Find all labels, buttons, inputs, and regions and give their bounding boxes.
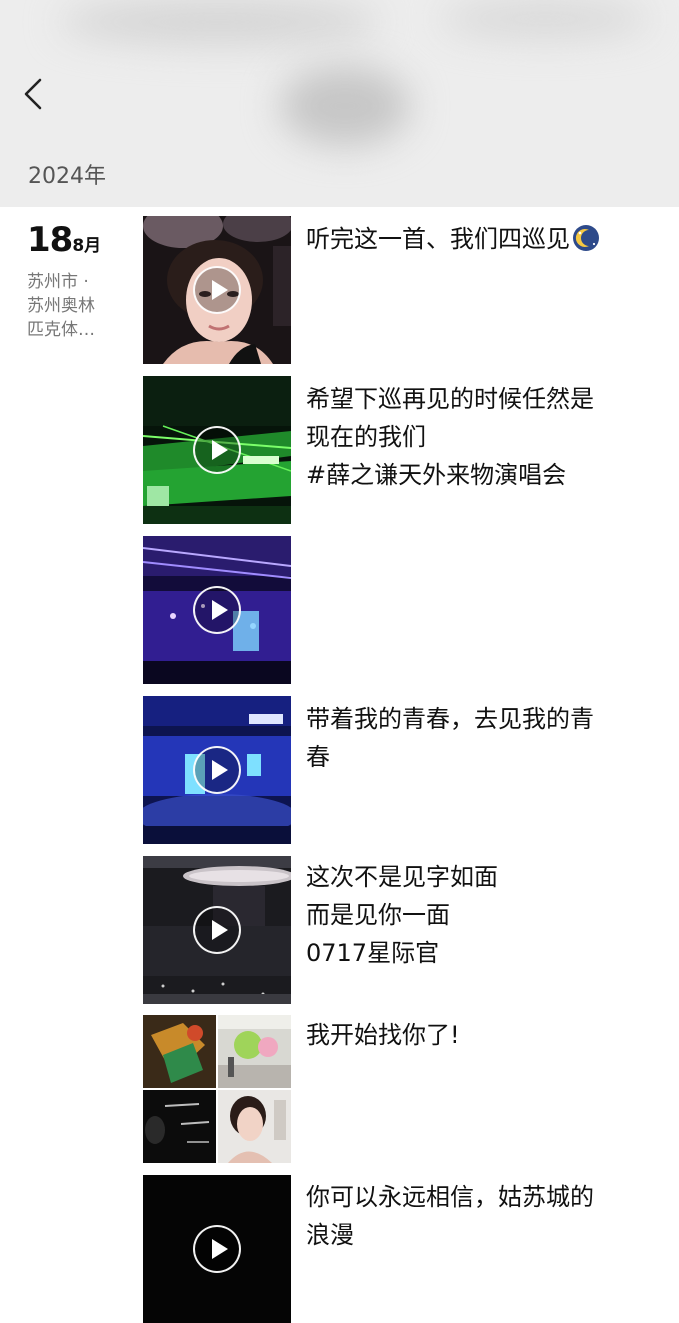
post-caption: 我开始找你了! <box>306 1016 666 1054</box>
caption-line: 你可以永远相信，姑苏城的 <box>306 1183 594 1211</box>
post-caption: 你可以永远相信，姑苏城的 浪漫 <box>306 1178 666 1254</box>
post-caption: 带着我的青春，去见我的青 春 <box>306 700 666 776</box>
moon-emoji-icon <box>573 225 599 251</box>
video-thumbnail[interactable] <box>143 1175 291 1323</box>
month-label: 8月 <box>72 236 102 256</box>
location-label[interactable]: 苏州市 · 苏州奥林 匹克体… <box>27 270 127 342</box>
moment-post[interactable] <box>143 216 291 364</box>
caption-line: #薛之谦天外来物演唱会 <box>306 461 567 489</box>
play-icon <box>193 1225 241 1273</box>
moment-post[interactable] <box>143 536 291 684</box>
date-block: 188月 苏州市 · 苏州奥林 匹克体… <box>27 220 127 342</box>
photo-thumbnail[interactable] <box>218 1015 291 1088</box>
video-thumbnail[interactable] <box>143 536 291 684</box>
location-line: 苏州市 · <box>27 272 89 292</box>
back-button[interactable] <box>14 72 58 116</box>
caption-line: 我开始找你了! <box>306 1021 460 1049</box>
caption-line: 浪漫 <box>306 1221 354 1249</box>
video-thumbnail[interactable] <box>143 376 291 524</box>
post-caption: 这次不是见字如面 而是见你一面 0717星际官 <box>306 858 666 972</box>
moment-post[interactable] <box>143 696 291 844</box>
caption-line: 听完这一首、我们四巡见 <box>306 225 570 253</box>
year-label: 2024年 <box>28 164 106 189</box>
caption-line: 这次不是见字如面 <box>306 863 498 891</box>
blurred-status-bar-right <box>440 0 650 38</box>
location-line: 苏州奥林 <box>27 296 95 316</box>
play-icon <box>193 746 241 794</box>
video-thumbnail[interactable] <box>143 856 291 1004</box>
moment-post[interactable] <box>143 376 291 524</box>
play-icon <box>193 586 241 634</box>
video-thumbnail[interactable] <box>143 216 291 364</box>
caption-line: 0717星际官 <box>306 939 440 967</box>
play-icon <box>193 266 241 314</box>
location-line: 匹克体… <box>27 320 95 340</box>
moment-post[interactable] <box>143 1015 291 1163</box>
blurred-status-bar <box>60 0 380 44</box>
post-caption: 希望下巡再见的时候任然是 现在的我们 #薛之谦天外来物演唱会 <box>306 380 666 494</box>
play-icon <box>193 426 241 474</box>
chevron-left-icon <box>24 78 42 110</box>
photo-grid <box>143 1015 291 1163</box>
photo-thumbnail[interactable] <box>143 1090 216 1163</box>
caption-line: 带着我的青春，去见我的青 <box>306 705 594 733</box>
moment-post[interactable] <box>143 1175 291 1323</box>
caption-line: 而是见你一面 <box>306 901 450 929</box>
caption-line: 希望下巡再见的时候任然是 <box>306 385 594 413</box>
photo-thumbnail[interactable] <box>218 1090 291 1163</box>
caption-line: 现在的我们 <box>306 423 426 451</box>
caption-line: 春 <box>306 743 330 771</box>
post-caption: 听完这一首、我们四巡见 <box>306 220 666 258</box>
photo-thumbnail[interactable] <box>143 1015 216 1088</box>
header-bar: 2024年 <box>0 0 679 207</box>
day-number: 18 <box>27 220 73 260</box>
moment-post[interactable] <box>143 856 291 1004</box>
video-thumbnail[interactable] <box>143 696 291 844</box>
play-icon <box>193 906 241 954</box>
blurred-profile-name <box>280 66 410 146</box>
